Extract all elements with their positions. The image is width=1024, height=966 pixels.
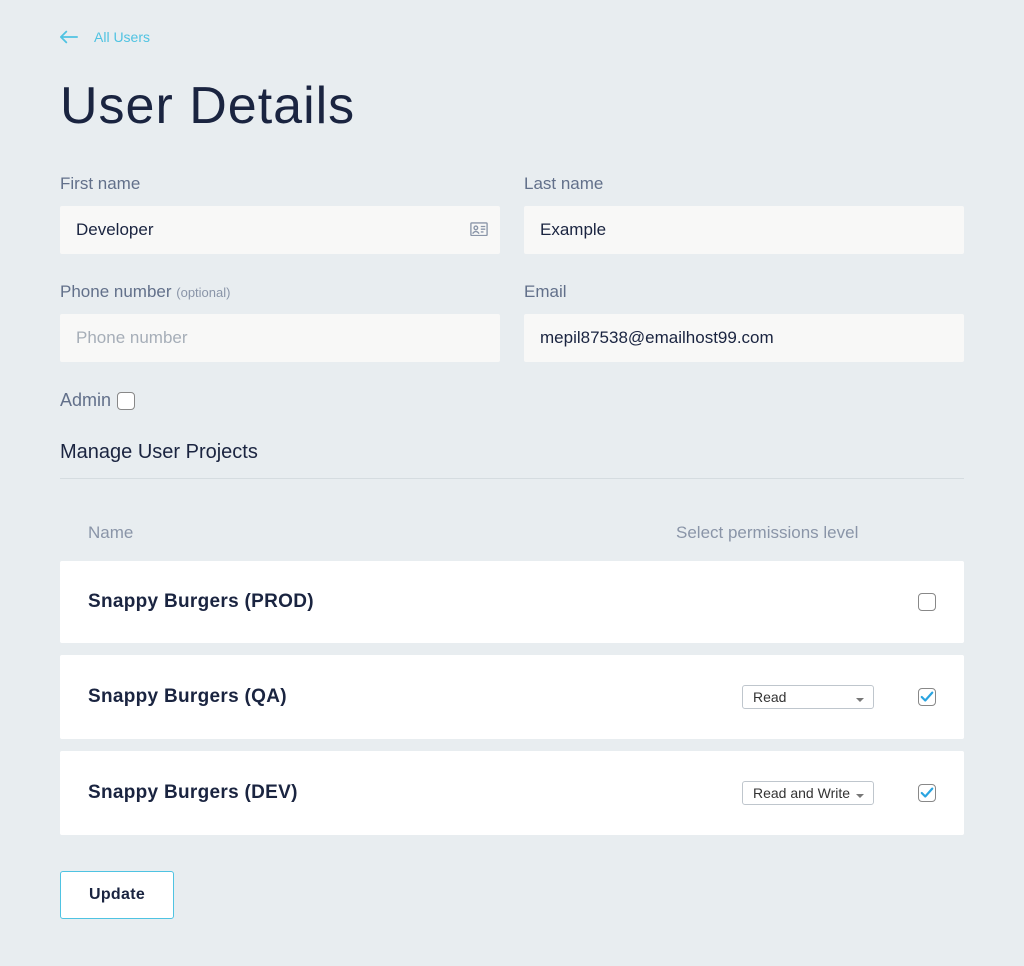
permission-select[interactable]: Read and Write [742, 781, 874, 805]
project-enabled-checkbox[interactable] [918, 784, 936, 802]
projects-divider [60, 478, 964, 479]
project-row: Snappy Burgers (QA) Read [60, 655, 964, 739]
col-name-header: Name [88, 523, 676, 543]
project-enabled-checkbox[interactable] [918, 593, 936, 611]
project-row: Snappy Burgers (DEV) Read and Write [60, 751, 964, 835]
phone-label: Phone number (optional) [60, 282, 500, 302]
first-name-label: First name [60, 174, 500, 194]
back-link[interactable]: All Users [60, 28, 150, 46]
last-name-input[interactable] [524, 206, 964, 254]
admin-checkbox[interactable] [117, 392, 135, 410]
project-row: Snappy Burgers (PROD) [60, 561, 964, 643]
back-link-label: All Users [94, 29, 150, 45]
projects-section-title: Manage User Projects [60, 441, 964, 464]
col-permissions-header: Select permissions level [676, 523, 936, 543]
phone-input[interactable] [60, 314, 500, 362]
permission-select-value: Read [753, 689, 786, 705]
permission-select[interactable]: Read [742, 685, 874, 709]
project-name: Snappy Burgers (PROD) [88, 591, 706, 613]
chevron-down-icon [855, 788, 865, 798]
chevron-down-icon [855, 692, 865, 702]
phone-optional: (optional) [176, 285, 230, 300]
page-title: User Details [60, 76, 964, 136]
project-name: Snappy Burgers (DEV) [88, 782, 706, 804]
permission-select-value: Read and Write [753, 785, 850, 801]
project-enabled-checkbox[interactable] [918, 688, 936, 706]
email-input[interactable] [524, 314, 964, 362]
back-arrow-icon [60, 28, 78, 46]
autofill-icon [470, 222, 488, 238]
projects-table-header: Name Select permissions level [60, 507, 964, 561]
admin-label: Admin [60, 390, 111, 411]
project-name: Snappy Burgers (QA) [88, 686, 706, 708]
first-name-input[interactable] [60, 206, 500, 254]
email-label: Email [524, 282, 964, 302]
update-button[interactable]: Update [60, 871, 174, 919]
admin-row: Admin [60, 390, 964, 411]
last-name-label: Last name [524, 174, 964, 194]
